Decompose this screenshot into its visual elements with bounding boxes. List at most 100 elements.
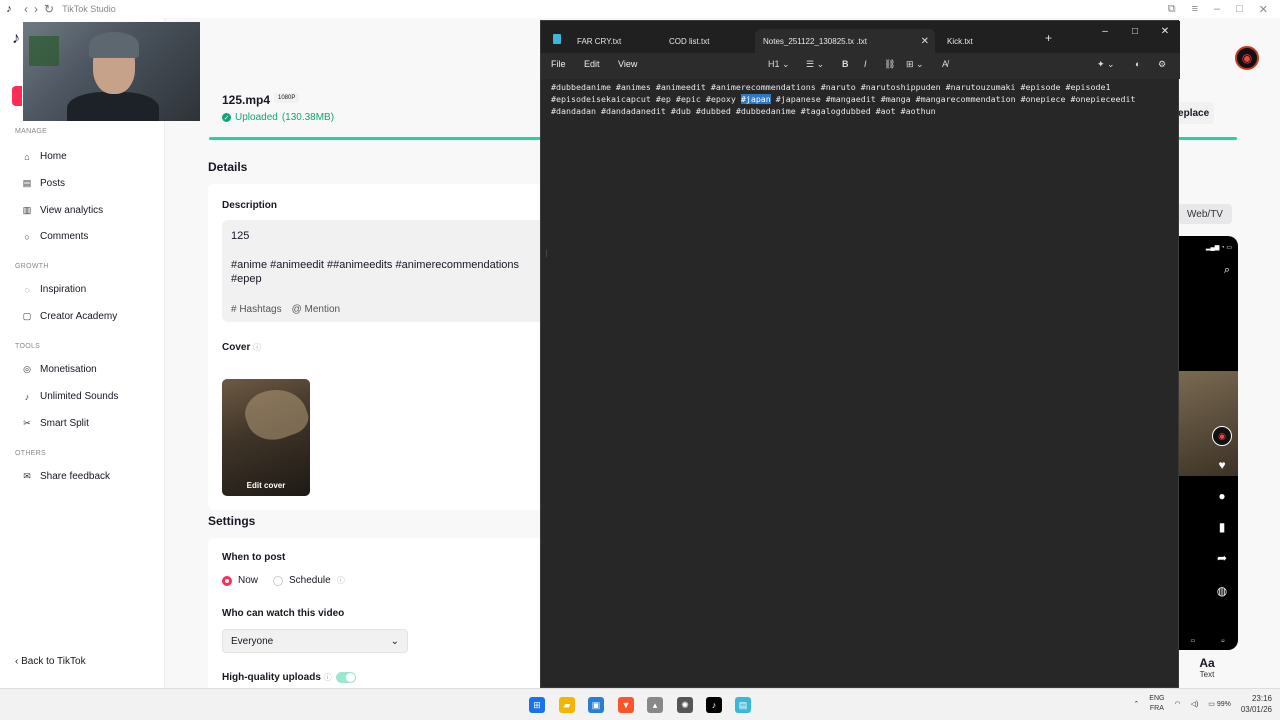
list-icon[interactable]: ☰ ⌄ bbox=[806, 59, 824, 70]
analytics-icon: ▥ bbox=[22, 205, 32, 215]
app-icon[interactable]: ▴ bbox=[647, 697, 663, 713]
who-can-watch-select[interactable]: Everyone ⌄ bbox=[222, 629, 408, 653]
extensions-icon[interactable]: ⧉ bbox=[1168, 3, 1176, 16]
now-radio[interactable]: Now bbox=[222, 575, 258, 586]
webcam-person-hat bbox=[89, 32, 139, 58]
brave-browser-icon[interactable]: ▼ bbox=[618, 697, 634, 713]
notepad-icon[interactable]: ▤ bbox=[735, 697, 751, 713]
volume-icon[interactable]: ◁) bbox=[1191, 700, 1199, 708]
who-can-watch-label: Who can watch this video bbox=[222, 608, 345, 619]
music-note-icon: ♪ bbox=[24, 391, 30, 402]
description-input[interactable]: 125 #anime #animeedit ##animeedits #anim… bbox=[222, 220, 552, 322]
sidebar-item-analytics[interactable]: ▥ View analytics bbox=[22, 205, 103, 216]
notepad-tab-bar: FAR CRY.txt COD list.txt Notes_251122_13… bbox=[541, 21, 1180, 53]
maximize-button[interactable]: □ bbox=[1236, 3, 1243, 15]
browser-window-controls: ⧉ ≡ – □ ✕ bbox=[1168, 0, 1280, 18]
music-disc-icon: ◍ bbox=[1216, 584, 1228, 598]
forward-nav-button[interactable]: › bbox=[34, 2, 38, 16]
tiktok-icon[interactable]: ♪ bbox=[706, 697, 722, 713]
schedule-radio[interactable]: Schedule ⓘ bbox=[273, 575, 345, 586]
tab-cod-list[interactable]: COD list.txt bbox=[661, 29, 753, 53]
sidebar-section-manage: MANAGE bbox=[15, 128, 48, 135]
menu-view[interactable]: View bbox=[618, 59, 637, 69]
cover-label: Cover ⓘ bbox=[222, 342, 262, 353]
italic-icon[interactable]: I bbox=[864, 59, 867, 69]
store-icon[interactable]: ▣ bbox=[588, 697, 604, 713]
settings-card: When to post Now Schedule ⓘ Who can watch… bbox=[208, 538, 548, 688]
sidebar-item-creator-academy[interactable]: ▢ Creator Academy bbox=[22, 311, 118, 322]
notepad-app-icon bbox=[553, 34, 561, 44]
chevron-up-icon[interactable]: ⌃ bbox=[1133, 700, 1139, 708]
settings-heading: Settings bbox=[208, 514, 256, 528]
close-button[interactable]: ✕ bbox=[1150, 21, 1180, 41]
comment-icon: ● bbox=[1218, 489, 1226, 503]
clear-format-icon[interactable]: A̸ bbox=[942, 59, 948, 69]
menu-file[interactable]: File bbox=[551, 59, 566, 69]
sidebar-item-unlimited-sounds[interactable]: ♪ Unlimited Sounds bbox=[22, 391, 119, 402]
text-tool-icon: Aa bbox=[1199, 656, 1215, 670]
phone-bottom-nav: ▭ ☺ bbox=[1178, 638, 1238, 644]
new-tab-icon[interactable]: + bbox=[1045, 31, 1052, 45]
edit-cover-button[interactable]: Edit cover bbox=[222, 481, 310, 490]
table-icon[interactable]: ⊞ ⌄ bbox=[906, 59, 924, 70]
tiktok-logo-icon: ♪ bbox=[6, 3, 12, 15]
home-icon: ⌂ bbox=[24, 151, 30, 162]
tiktok-logo-icon[interactable]: ♪ bbox=[12, 30, 20, 48]
notepad-window: FAR CRY.txt COD list.txt Notes_251122_13… bbox=[540, 20, 1180, 688]
info-icon: ⓘ bbox=[253, 343, 262, 352]
bookmark-icon: ▮ bbox=[1218, 520, 1226, 534]
reload-button[interactable]: ↻ bbox=[44, 2, 54, 16]
maximize-button[interactable]: □ bbox=[1120, 21, 1150, 41]
profile-avatar-icon[interactable]: ◉ bbox=[1235, 46, 1259, 70]
back-to-tiktok-link[interactable]: ‹ Back to TikTok bbox=[15, 656, 86, 667]
tab-far-cry[interactable]: FAR CRY.txt bbox=[569, 29, 659, 53]
tab-notes[interactable]: Notes_251122_130825.tx .txt ✕ bbox=[755, 29, 935, 53]
chatgpt-icon[interactable]: ✺ bbox=[677, 697, 693, 713]
sidebar-item-smart-split[interactable]: ✂ Smart Split bbox=[22, 418, 89, 429]
back-nav-button[interactable]: ‹ bbox=[24, 2, 28, 16]
battery-icon[interactable]: ▭ 99% bbox=[1208, 700, 1231, 708]
gear-icon[interactable]: ⚙ bbox=[1158, 59, 1166, 70]
hashtags-button[interactable]: # Hashtags bbox=[231, 304, 282, 315]
sidebar-item-monetisation[interactable]: ◎ Monetisation bbox=[22, 364, 97, 375]
upload-status: ✓ Uploaded (130.38MB) bbox=[222, 112, 335, 123]
selected-text: #japan bbox=[740, 94, 771, 105]
minimize-button[interactable]: – bbox=[1214, 3, 1220, 15]
sidebar-item-comments[interactable]: ○ Comments bbox=[22, 231, 88, 242]
me-icon: ☺ bbox=[1220, 638, 1226, 644]
link-icon[interactable]: ⛓ bbox=[884, 59, 895, 70]
cover-thumbnail[interactable]: Edit cover bbox=[222, 379, 310, 496]
taskbar: ⊞ ▰ ▣ ▼ ▴ ✺ ♪ ▤ ⌃ ENG FRA ◠ ◁) ▭ 99% 23:1… bbox=[0, 688, 1280, 720]
text-cursor-icon: I bbox=[545, 248, 549, 260]
menu-icon[interactable]: ≡ bbox=[1192, 3, 1198, 15]
notepad-text-area[interactable]: #dubbedanime #animes #animeedit #animere… bbox=[551, 81, 1176, 118]
copilot-icon[interactable]: ✦ ⌄ bbox=[1097, 59, 1115, 70]
menu-edit[interactable]: Edit bbox=[584, 59, 600, 69]
account-icon[interactable]: ◐ bbox=[1135, 59, 1140, 69]
hq-uploads-toggle[interactable] bbox=[336, 672, 356, 683]
sidebar-item-inspiration[interactable]: ◌ Inspiration bbox=[22, 284, 86, 295]
language-indicator[interactable]: ENG FRA bbox=[1149, 694, 1164, 714]
sidebar-item-share-feedback[interactable]: ✉ Share feedback bbox=[22, 471, 110, 482]
minimize-button[interactable]: – bbox=[1090, 21, 1120, 41]
sidebar-item-home[interactable]: ⌂ Home bbox=[22, 151, 66, 162]
bold-icon[interactable]: B bbox=[842, 59, 849, 69]
info-icon: ⓘ bbox=[336, 576, 345, 585]
details-heading: Details bbox=[208, 160, 248, 174]
wifi-icon[interactable]: ◠ bbox=[1174, 700, 1180, 708]
tab-kick[interactable]: Kick.txt bbox=[939, 29, 1039, 53]
close-button[interactable]: ✕ bbox=[1259, 3, 1268, 16]
close-icon[interactable]: ✕ bbox=[921, 36, 929, 47]
heading-select[interactable]: H1 ⌄ bbox=[768, 59, 790, 70]
mention-button[interactable]: @ Mention bbox=[292, 304, 341, 315]
upload-button[interactable] bbox=[12, 86, 22, 106]
sidebar-item-posts[interactable]: ▤ Posts bbox=[22, 178, 65, 189]
file-explorer-icon[interactable]: ▰ bbox=[559, 697, 575, 713]
phone-preview: ▂▄▆ ◔ ▭ ⌕ ◉ ♥ ● ▮ ➦ ◍ ▭ ☺ bbox=[1178, 236, 1238, 650]
web-tv-tab[interactable]: Web/TV bbox=[1178, 204, 1232, 224]
start-icon[interactable]: ⊞ bbox=[529, 697, 545, 713]
text-tool-button[interactable]: Aa Text bbox=[1184, 656, 1230, 679]
clock[interactable]: 23:16 03/01/26 bbox=[1241, 693, 1272, 715]
radio-selected-icon bbox=[222, 575, 232, 586]
feedback-icon: ✉ bbox=[23, 471, 31, 481]
